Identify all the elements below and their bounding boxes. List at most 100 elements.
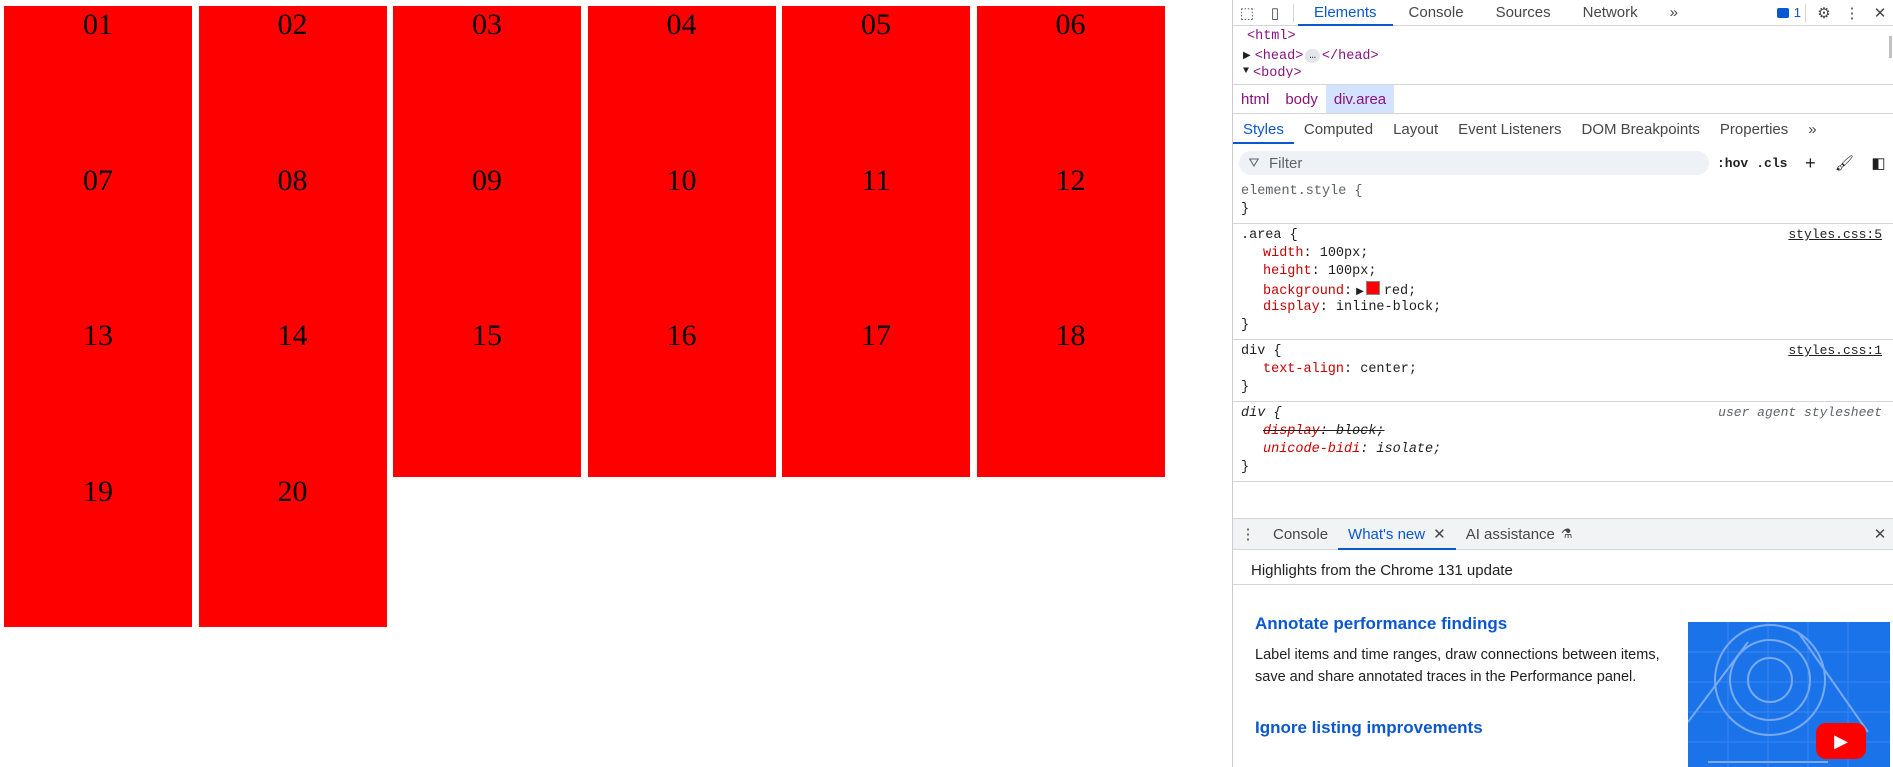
rule-div[interactable]: div { styles.css:1 text-align: center; } — [1233, 340, 1893, 402]
area-cell: 02 — [198, 6, 387, 162]
issues-count: 1 — [1793, 5, 1801, 20]
more-options-icon[interactable]: ⋮ — [1838, 2, 1866, 24]
declaration-background[interactable]: background: ▶ red; — [1241, 281, 1886, 299]
area-cell: 15 — [393, 317, 581, 477]
tab-console[interactable]: Console — [1393, 0, 1480, 25]
area-cell: 08 — [198, 161, 387, 317]
property-name: text-align — [1263, 362, 1345, 377]
dom-node-head[interactable]: ▶ <head> … </head> — [1233, 46, 1893, 66]
tab-sources[interactable]: Sources — [1480, 0, 1567, 25]
body-tag: <body> — [1253, 66, 1302, 78]
toggle-sidebar-icon[interactable]: ◧ — [1867, 152, 1889, 174]
area-cell: 07 — [4, 161, 192, 317]
flask-icon: ⚗ — [1560, 526, 1573, 541]
drawer-menu-icon[interactable]: ⋮ — [1233, 523, 1263, 545]
property-value: 100px; — [1327, 264, 1377, 279]
cls-toggle[interactable]: .cls — [1756, 156, 1787, 171]
more-tabs-button[interactable]: » — [1654, 0, 1694, 25]
dom-node-body[interactable]: ▼ <body> — [1233, 66, 1893, 78]
tab-properties[interactable]: Properties — [1710, 114, 1798, 144]
article-title-ignore-listing[interactable]: Ignore listing improvements — [1255, 718, 1483, 738]
rule-close: } — [1241, 460, 1250, 475]
add-rule-icon[interactable]: + — [1799, 152, 1821, 174]
dom-tree: <html> ▶ <head> … </head> ▼ <body> — [1233, 26, 1893, 82]
drawer-tabbar: ⋮ Console What's new ✕ AI assistance ⚗ ✕ — [1233, 518, 1893, 550]
declaration-display[interactable]: display: inline-block; — [1241, 299, 1886, 317]
area-cell: 09 — [393, 161, 581, 317]
tab-event-listeners[interactable]: Event Listeners — [1448, 114, 1571, 144]
area-cell: 20 — [198, 472, 387, 627]
devtools-topbar: ⬚ ▯ Elements Console Sources Network » 1… — [1233, 0, 1893, 26]
tab-layout[interactable]: Layout — [1383, 114, 1448, 144]
declaration-unicode-bidi[interactable]: unicode-bidi: isolate; — [1241, 441, 1886, 459]
close-tab-icon[interactable]: ✕ — [1433, 525, 1446, 543]
area-cell: 17 — [782, 317, 970, 477]
rule-close: } — [1241, 318, 1250, 333]
tab-elements[interactable]: Elements — [1298, 0, 1393, 26]
toolbar-divider — [1293, 3, 1294, 22]
area-cell: 16 — [587, 317, 776, 477]
hov-toggle[interactable]: :hov — [1717, 156, 1748, 171]
rule-user-agent-div[interactable]: div { user agent stylesheet display: blo… — [1233, 402, 1893, 482]
page-viewport: 01 02 03 04 05 06 07 08 09 10 11 12 13 14 15 16 17 18 19 20 — [0, 0, 1230, 767]
settings-gear-icon[interactable]: ⚙ — [1810, 2, 1838, 24]
breadcrumb-html[interactable]: html — [1233, 85, 1277, 113]
area-cell: 06 — [976, 6, 1165, 162]
collapsed-ellipsis[interactable]: … — [1305, 49, 1320, 63]
more-subtabs-button[interactable]: » — [1798, 114, 1826, 144]
drawer-tab-label: AI assistance — [1465, 525, 1555, 543]
inspect-element-icon[interactable]: ⬚ — [1233, 2, 1261, 24]
expand-triangle-icon[interactable]: ▶ — [1243, 50, 1251, 62]
declaration-height[interactable]: height: 100px; — [1241, 263, 1886, 281]
whats-new-header: Highlights from the Chrome 131 update — [1233, 556, 1893, 585]
styles-rules: element.style { } .area { styles.css:5 w… — [1233, 180, 1893, 482]
breadcrumb-body[interactable]: body — [1277, 85, 1326, 113]
close-drawer-icon[interactable]: ✕ — [1866, 523, 1893, 545]
breadcrumb: html body div.area — [1233, 84, 1893, 114]
property-value: 100px; — [1319, 246, 1369, 261]
article-title-annotate[interactable]: Annotate performance findings — [1255, 614, 1507, 634]
video-thumbnail[interactable]: ▶ — [1688, 622, 1890, 767]
property-name: display — [1263, 300, 1320, 315]
youtube-play-icon[interactable]: ▶ — [1816, 723, 1866, 759]
styles-subtabs: Styles Computed Layout Event Listeners D… — [1233, 114, 1893, 144]
issues-icon[interactable]: 1 — [1776, 2, 1801, 24]
rule-close: } — [1241, 202, 1250, 217]
drawer-tab-whats-new[interactable]: What's new ✕ — [1338, 519, 1456, 550]
rule-source-link[interactable]: styles.css:5 — [1788, 227, 1882, 242]
tab-network[interactable]: Network — [1567, 0, 1654, 25]
filter-placeholder: Filter — [1269, 154, 1303, 172]
drawer-tab-console[interactable]: Console — [1263, 519, 1338, 549]
dom-node-html[interactable]: <html> — [1233, 26, 1893, 46]
color-swatch[interactable] — [1365, 281, 1380, 295]
declaration-width[interactable]: width: 100px; — [1241, 245, 1886, 263]
html-tag: <html> — [1247, 28, 1296, 44]
property-value: center; — [1360, 362, 1417, 377]
tab-computed[interactable]: Computed — [1294, 114, 1383, 144]
rule-area[interactable]: .area { styles.css:5 width: 100px; heigh… — [1233, 224, 1893, 340]
rule-source-user-agent: user agent stylesheet — [1718, 405, 1882, 420]
whats-new-content: Annotate performance findings Label item… — [1233, 586, 1893, 767]
tab-styles[interactable]: Styles — [1233, 114, 1294, 144]
declaration-text-align[interactable]: text-align: center; — [1241, 361, 1886, 379]
property-value: inline-block; — [1335, 300, 1442, 315]
rule-source-link[interactable]: styles.css:1 — [1788, 343, 1882, 358]
device-toolbar-icon[interactable]: ▯ — [1261, 2, 1289, 24]
rule-element-style[interactable]: element.style { } — [1233, 180, 1893, 224]
area-cell: 11 — [782, 161, 970, 317]
styles-filter-bar: ⛛ Filter :hov .cls + 🖌 ◧ — [1233, 148, 1893, 178]
tab-dom-breakpoints[interactable]: DOM Breakpoints — [1572, 114, 1710, 144]
dom-tree-scrollbar[interactable] — [1889, 36, 1892, 58]
property-name: background — [1263, 284, 1345, 299]
filter-input[interactable]: ⛛ Filter — [1239, 151, 1709, 175]
declaration-display-overridden[interactable]: display: block; — [1241, 423, 1886, 441]
area-cell: 12 — [976, 161, 1165, 317]
close-icon[interactable]: ✕ — [1866, 2, 1893, 24]
drawer-tab-ai-assistance[interactable]: AI assistance ⚗ — [1456, 519, 1583, 549]
devtools-panel: ⬚ ▯ Elements Console Sources Network » 1… — [1232, 0, 1893, 767]
paint-brush-icon[interactable]: 🖌 — [1833, 152, 1855, 174]
collapse-triangle-icon[interactable]: ▼ — [1243, 66, 1249, 77]
breadcrumb-div-area[interactable]: div.area — [1325, 85, 1395, 113]
expand-triangle-icon[interactable]: ▶ — [1356, 287, 1364, 298]
area-cell: 19 — [4, 472, 192, 627]
